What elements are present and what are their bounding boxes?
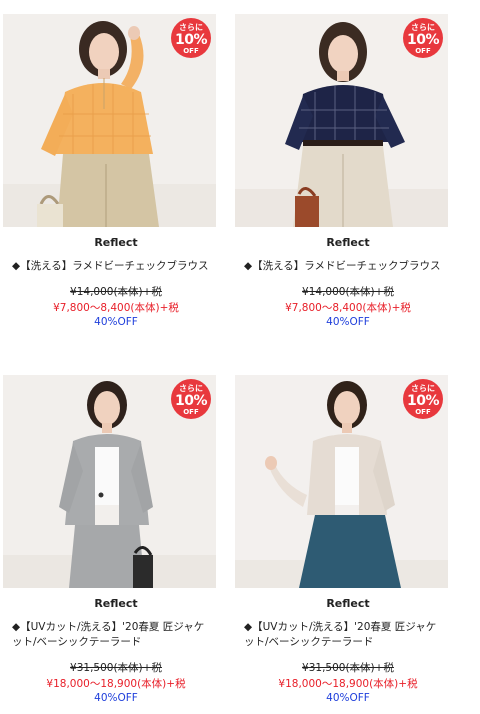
extra-discount-badge: さらに 10% OFF bbox=[403, 18, 443, 58]
original-price: ¥14,000(本体)+税 bbox=[302, 286, 394, 298]
product-image[interactable]: さらに 10% OFF bbox=[3, 375, 216, 588]
extra-discount-badge: さらに 10% OFF bbox=[171, 18, 211, 58]
badge-line1: さらに bbox=[411, 23, 435, 32]
badge-off: OFF bbox=[415, 47, 431, 55]
discount-rate: 40%OFF bbox=[326, 316, 370, 328]
badge-off: OFF bbox=[183, 408, 199, 416]
badge-percent: 10% bbox=[406, 393, 440, 409]
product-name[interactable]: ◆【洗える】ラメドビーチェックブラウス bbox=[244, 259, 452, 274]
product-name-line: ◆【洗える】ラメドビーチェックブラウス bbox=[12, 260, 209, 272]
badge-line1: さらに bbox=[179, 23, 203, 32]
product-card[interactable]: さらに 10% OFF Reflect ◆【UVカット/洗える】'20春夏 匠ジ… bbox=[0, 375, 232, 714]
product-name[interactable]: ◆【UVカット/洗える】'20春夏 匠ジャケ ット/ベーシックテーラード bbox=[244, 620, 452, 650]
product-name-line: ット/ベーシックテーラード bbox=[12, 636, 142, 648]
original-price: ¥31,500(本体)+税 bbox=[70, 662, 162, 674]
original-price: ¥14,000(本体)+税 bbox=[70, 286, 162, 298]
sale-price: ¥7,800〜8,400(本体)+税 bbox=[53, 302, 179, 314]
extra-discount-badge: さらに 10% OFF bbox=[171, 379, 211, 419]
product-card[interactable]: さらに 10% OFF Reflect ◆【洗える】ラメドビーチェックブラウス … bbox=[232, 14, 464, 354]
brand-name: Reflect bbox=[94, 236, 138, 249]
product-name[interactable]: ◆【洗える】ラメドビーチェックブラウス bbox=[12, 259, 220, 274]
product-card[interactable]: さらに 10% OFF Reflect ◆【洗える】ラメドビーチェックブラウス … bbox=[0, 14, 232, 354]
product-name-line: ◆【洗える】ラメドビーチェックブラウス bbox=[244, 260, 441, 272]
original-price: ¥31,500(本体)+税 bbox=[302, 662, 394, 674]
extra-discount-badge: さらに 10% OFF bbox=[403, 379, 443, 419]
product-image[interactable]: さらに 10% OFF bbox=[235, 375, 448, 588]
discount-rate: 40%OFF bbox=[326, 692, 370, 704]
product-image[interactable]: さらに 10% OFF bbox=[235, 14, 448, 227]
brand-name: Reflect bbox=[326, 236, 370, 249]
discount-rate: 40%OFF bbox=[94, 316, 138, 328]
sale-price: ¥7,800〜8,400(本体)+税 bbox=[285, 302, 411, 314]
product-name-line: ◆【UVカット/洗える】'20春夏 匠ジャケ bbox=[12, 621, 205, 633]
badge-off: OFF bbox=[183, 47, 199, 55]
sale-price: ¥18,000〜18,900(本体)+税 bbox=[46, 678, 186, 690]
product-name-line: ット/ベーシックテーラード bbox=[244, 636, 374, 648]
badge-off: OFF bbox=[415, 408, 431, 416]
discount-rate: 40%OFF bbox=[94, 692, 138, 704]
badge-percent: 10% bbox=[174, 393, 208, 409]
brand-name: Reflect bbox=[94, 597, 138, 610]
badge-line1: さらに bbox=[179, 384, 203, 393]
badge-percent: 10% bbox=[406, 32, 440, 48]
brand-name: Reflect bbox=[326, 597, 370, 610]
badge-line1: さらに bbox=[411, 384, 435, 393]
badge-percent: 10% bbox=[174, 32, 208, 48]
product-card[interactable]: さらに 10% OFF Reflect ◆【UVカット/洗える】'20春夏 匠ジ… bbox=[232, 375, 464, 714]
sale-price: ¥18,000〜18,900(本体)+税 bbox=[278, 678, 418, 690]
product-name-line: ◆【UVカット/洗える】'20春夏 匠ジャケ bbox=[244, 621, 437, 633]
product-image[interactable]: さらに 10% OFF bbox=[3, 14, 216, 227]
product-name[interactable]: ◆【UVカット/洗える】'20春夏 匠ジャケ ット/ベーシックテーラード bbox=[12, 620, 220, 650]
